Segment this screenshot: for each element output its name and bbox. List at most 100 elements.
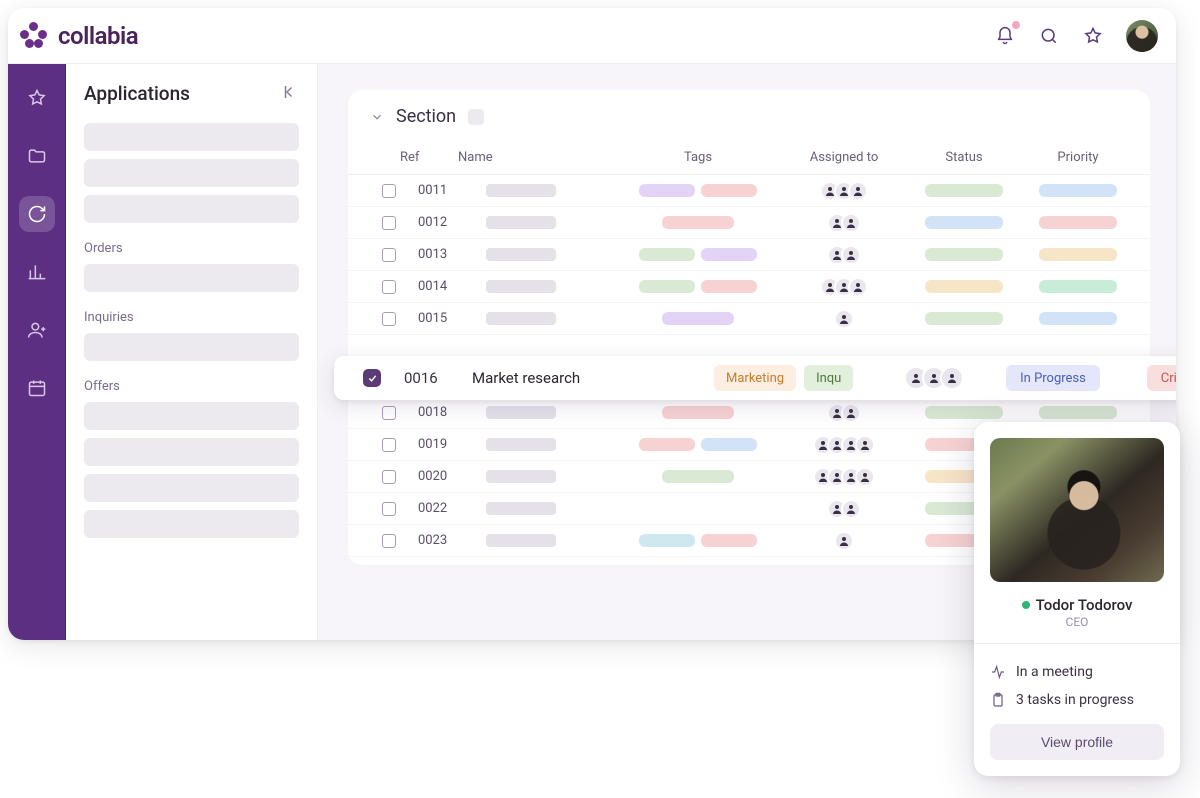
cell-assigned[interactable] <box>784 309 904 329</box>
side-skeleton[interactable] <box>84 123 299 151</box>
table-header: Ref Name Tags Assigned to Status Priorit… <box>348 141 1150 175</box>
side-group-label: Offers <box>84 379 299 394</box>
status-chip[interactable]: In Progress <box>1006 365 1100 391</box>
side-group <box>84 123 299 223</box>
checkbox[interactable] <box>382 248 396 262</box>
checkbox-checked[interactable] <box>363 369 381 387</box>
side-skeleton[interactable] <box>84 474 299 502</box>
search-icon[interactable] <box>1038 25 1060 47</box>
checkbox[interactable] <box>382 216 396 230</box>
table-row[interactable]: 0012 <box>348 207 1150 239</box>
checkbox[interactable] <box>382 280 396 294</box>
side-skeleton[interactable] <box>84 510 299 538</box>
status-pill <box>925 248 1003 261</box>
cell-assigned[interactable] <box>784 499 904 519</box>
table-row[interactable]: 0015 <box>348 303 1150 335</box>
collapse-icon[interactable] <box>281 83 299 105</box>
rail-chart-icon[interactable] <box>19 254 55 290</box>
notification-dot <box>1012 21 1020 29</box>
tag-pill <box>701 280 757 293</box>
cell-ref: 0019 <box>418 437 480 452</box>
profile-popover: Todor Todorov CEO In a meeting 3 tasks i… <box>974 422 1180 776</box>
side-skeleton[interactable] <box>84 195 299 223</box>
avatar-mini <box>834 531 854 551</box>
cell-assigned[interactable] <box>784 467 904 487</box>
cell-status: In Progress <box>988 365 1118 391</box>
side-skeleton[interactable] <box>84 438 299 466</box>
cell-priority <box>1024 280 1132 293</box>
cell-ref: 0015 <box>418 311 480 326</box>
cell-priority: Critical <box>1126 365 1176 391</box>
side-skeleton[interactable] <box>84 333 299 361</box>
rail-refresh-icon[interactable] <box>19 196 55 232</box>
section-header[interactable]: Section <box>348 106 1150 141</box>
cell-assigned[interactable] <box>784 245 904 265</box>
logo[interactable]: collabia <box>20 22 138 50</box>
cell-assigned[interactable] <box>784 213 904 233</box>
name-skeleton <box>486 534 556 547</box>
rail-calendar-icon[interactable] <box>19 370 55 406</box>
cell-priority <box>1024 406 1132 419</box>
status-pill <box>925 280 1003 293</box>
checkbox[interactable] <box>382 184 396 198</box>
cell-assigned[interactable] <box>784 531 904 551</box>
star-icon[interactable] <box>1082 25 1104 47</box>
profile-role: CEO <box>990 615 1164 629</box>
checkbox[interactable] <box>382 470 396 484</box>
cell-status <box>910 216 1018 229</box>
cell-assigned[interactable] <box>888 366 980 390</box>
table-row-highlighted[interactable]: 0016 Market research Marketing Inqu In P… <box>334 356 1176 400</box>
checkbox[interactable] <box>382 438 396 452</box>
name-skeleton <box>486 280 556 293</box>
view-profile-button[interactable]: View profile <box>990 724 1164 760</box>
rail-star-icon[interactable] <box>19 80 55 116</box>
rail-user-icon[interactable] <box>19 312 55 348</box>
table-row[interactable]: 0013 <box>348 239 1150 271</box>
priority-pill <box>1039 406 1117 419</box>
cell-assigned[interactable] <box>784 181 904 201</box>
cell-assigned[interactable] <box>784 403 904 423</box>
rail-folder-icon[interactable] <box>19 138 55 174</box>
cell-ref: 0012 <box>418 215 480 230</box>
cell-assigned[interactable] <box>784 277 904 297</box>
cell-status <box>910 184 1018 197</box>
checkbox[interactable] <box>382 406 396 420</box>
chevron-down-icon <box>370 110 384 124</box>
cell-ref: 0016 <box>404 369 464 387</box>
table-row[interactable]: 0014 <box>348 271 1150 303</box>
cell-tags <box>618 470 778 483</box>
checkbox[interactable] <box>382 312 396 326</box>
checkbox[interactable] <box>382 502 396 516</box>
tag-pill <box>639 280 695 293</box>
online-dot-icon <box>1022 601 1030 609</box>
profile-status-line: In a meeting <box>990 658 1164 686</box>
cell-status <box>910 406 1018 419</box>
cell-ref: 0018 <box>418 405 480 420</box>
side-group-label: Orders <box>84 241 299 256</box>
col-assigned: Assigned to <box>784 150 904 165</box>
side-skeleton[interactable] <box>84 159 299 187</box>
name-skeleton <box>486 406 556 419</box>
left-rail <box>8 64 66 640</box>
cell-tags <box>618 438 778 451</box>
priority-chip[interactable]: Critical <box>1147 365 1176 391</box>
bell-icon[interactable] <box>994 25 1016 47</box>
name-skeleton <box>486 248 556 261</box>
checkbox[interactable] <box>382 534 396 548</box>
table-row[interactable]: 0011 <box>348 175 1150 207</box>
avatar[interactable] <box>1126 20 1158 52</box>
cell-tags <box>618 216 778 229</box>
cell-tags <box>618 406 778 419</box>
top-actions <box>994 20 1158 52</box>
tag-pill <box>639 184 695 197</box>
tag-chip[interactable]: Marketing <box>714 365 796 391</box>
tag-chip[interactable]: Inqu <box>804 365 853 391</box>
cell-assigned[interactable] <box>784 435 904 455</box>
side-skeleton[interactable] <box>84 264 299 292</box>
name-skeleton <box>486 312 556 325</box>
topbar: collabia <box>8 8 1176 64</box>
tag-pill <box>639 534 695 547</box>
tag-pill <box>662 312 734 325</box>
side-skeleton[interactable] <box>84 402 299 430</box>
priority-pill <box>1039 216 1117 229</box>
